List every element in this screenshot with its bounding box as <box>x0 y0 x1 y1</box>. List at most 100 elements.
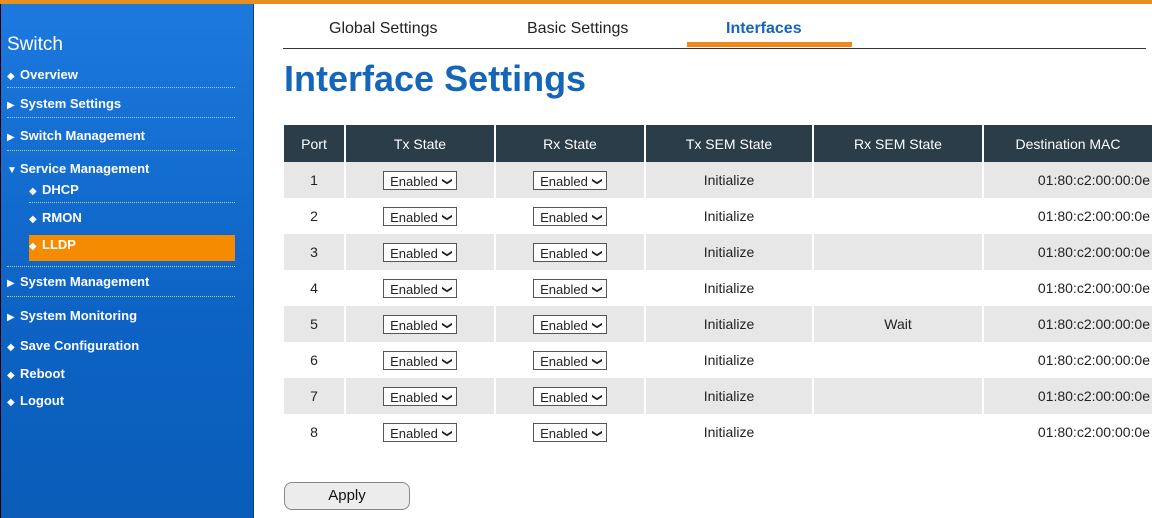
sidebar-divider <box>29 202 235 203</box>
tab-basic-settings[interactable]: Basic Settings <box>527 20 628 38</box>
select-value: Enabled <box>390 353 438 369</box>
destination-mac-cell: 01:80:c2:00:00:0e <box>984 198 1152 234</box>
sidebar-divider <box>7 296 235 297</box>
sidebar-item-switch-management[interactable]: ▶ Switch Management <box>7 128 233 143</box>
table-row: 6 Enabled ❯ Enabled ❯ Initialize 01:80:c2:00:0… <box>284 342 1152 378</box>
destination-mac-cell: 01:80:c2:00:00:0e <box>984 378 1152 414</box>
destination-mac-cell: 01:80:c2:00:00:0e <box>984 306 1152 342</box>
rx-sem-state-cell: Wait <box>814 306 984 342</box>
diamond-icon: ◆ <box>29 241 37 252</box>
chevron-down-icon: ❯ <box>592 428 604 438</box>
port-cell: 7 <box>284 378 346 414</box>
sidebar-item-label: System Monitoring <box>20 308 138 323</box>
rx-sem-state-cell <box>814 378 984 414</box>
tx-state-cell: Enabled ❯ <box>346 198 496 234</box>
rx-sem-state-cell <box>814 342 984 378</box>
table-row: 2 Enabled ❯ Enabled ❯ Initialize 01:80:c2:00:0… <box>284 198 1152 234</box>
rx-sem-state-cell <box>814 234 984 270</box>
sidebar-item-rmon[interactable]: ◆ RMON <box>29 210 255 225</box>
rx-sem-state-cell <box>814 162 984 198</box>
diamond-icon: ◆ <box>7 397 15 408</box>
port-cell: 2 <box>284 198 346 234</box>
tab-global-settings[interactable]: Global Settings <box>329 20 438 38</box>
tx-state-cell: Enabled ❯ <box>346 414 496 450</box>
sidebar-item-system-settings[interactable]: ▶ System Settings <box>7 96 233 111</box>
chevron-down-icon: ❯ <box>442 428 454 438</box>
port-cell: 6 <box>284 342 346 378</box>
rx-state-cell: Enabled ❯ <box>496 270 646 306</box>
sidebar-item-system-monitoring[interactable]: ▶ System Monitoring <box>7 308 233 323</box>
sidebar-item-label: Logout <box>20 393 65 408</box>
tab-interfaces[interactable]: Interfaces <box>726 20 802 38</box>
sidebar-item-dhcp[interactable]: ◆ DHCP <box>29 182 255 197</box>
tx-state-select[interactable]: Enabled ❯ <box>383 206 457 226</box>
table-row: 3 Enabled ❯ Enabled ❯ Initialize 01:80:c2:00:0… <box>284 234 1152 270</box>
tx-state-select[interactable]: Enabled ❯ <box>383 170 457 190</box>
rx-sem-state-cell <box>814 198 984 234</box>
sidebar-item-service-management[interactable]: ▼ Service Management <box>7 161 233 176</box>
chevron-down-icon: ❯ <box>442 176 454 186</box>
triangle-right-icon: ▶ <box>7 100 15 111</box>
rx-state-cell: Enabled ❯ <box>496 414 646 450</box>
tx-state-select[interactable]: Enabled ❯ <box>383 386 457 406</box>
rx-state-cell: Enabled ❯ <box>496 306 646 342</box>
tx-state-select[interactable]: Enabled ❯ <box>383 278 457 298</box>
rx-state-select[interactable]: Enabled ❯ <box>533 314 607 334</box>
sidebar-item-reboot[interactable]: ◆ Reboot <box>7 366 233 381</box>
select-value: Enabled <box>390 209 438 225</box>
rx-state-select[interactable]: Enabled ❯ <box>533 422 607 442</box>
rx-state-select[interactable]: Enabled ❯ <box>533 170 607 190</box>
tx-state-select[interactable]: Enabled ❯ <box>383 422 457 442</box>
rx-state-select[interactable]: Enabled ❯ <box>533 242 607 262</box>
sidebar-divider <box>7 150 235 151</box>
diamond-icon: ◆ <box>7 370 15 381</box>
rx-state-cell: Enabled ❯ <box>496 342 646 378</box>
rx-state-select[interactable]: Enabled ❯ <box>533 350 607 370</box>
diamond-icon: ◆ <box>7 71 15 82</box>
sidebar-item-save-configuration[interactable]: ◆ Save Configuration <box>7 338 233 353</box>
column-header-destination-mac: Destination MAC <box>984 125 1152 162</box>
sidebar-item-system-management[interactable]: ▶ System Management <box>7 274 233 289</box>
tx-state-select[interactable]: Enabled ❯ <box>383 242 457 262</box>
chevron-down-icon: ❯ <box>442 284 454 294</box>
tx-state-cell: Enabled ❯ <box>346 234 496 270</box>
select-value: Enabled <box>540 245 588 261</box>
select-value: Enabled <box>390 425 438 441</box>
select-value: Enabled <box>540 209 588 225</box>
port-cell: 3 <box>284 234 346 270</box>
column-header-tx-state: Tx State <box>346 125 496 162</box>
select-value: Enabled <box>540 317 588 333</box>
sidebar-item-overview[interactable]: ◆ Overview <box>7 67 233 82</box>
chevron-down-icon: ❯ <box>592 356 604 366</box>
destination-mac-cell: 01:80:c2:00:00:0e <box>984 342 1152 378</box>
rx-state-cell: Enabled ❯ <box>496 198 646 234</box>
sidebar-item-logout[interactable]: ◆ Logout <box>7 393 233 408</box>
table-row: 4 Enabled ❯ Enabled ❯ Initialize 01:80:c2:00:0… <box>284 270 1152 306</box>
destination-mac-cell: 01:80:c2:00:00:0e <box>984 234 1152 270</box>
apply-button[interactable]: Apply <box>284 482 410 510</box>
rx-state-select[interactable]: Enabled ❯ <box>533 206 607 226</box>
table-row: 1 Enabled ❯ Enabled ❯ Initialize 01:80:c2:00:0… <box>284 162 1152 198</box>
sidebar-item-label: System Settings <box>20 96 122 111</box>
chevron-down-icon: ❯ <box>592 212 604 222</box>
tx-state-cell: Enabled ❯ <box>346 306 496 342</box>
tx-sem-state-cell: Initialize <box>646 270 814 306</box>
tx-state-cell: Enabled ❯ <box>346 270 496 306</box>
rx-state-select[interactable]: Enabled ❯ <box>533 278 607 298</box>
tx-sem-state-cell: Initialize <box>646 234 814 270</box>
tx-state-select[interactable]: Enabled ❯ <box>383 350 457 370</box>
table-row: 7 Enabled ❯ Enabled ❯ Initialize 01:80:c2:00:0… <box>284 378 1152 414</box>
chevron-down-icon: ❯ <box>442 392 454 402</box>
chevron-down-icon: ❯ <box>442 320 454 330</box>
destination-mac-cell: 01:80:c2:00:00:0e <box>984 270 1152 306</box>
sidebar-item-label: LLDP <box>42 237 76 252</box>
sidebar-item-label: RMON <box>42 210 82 225</box>
sidebar-item-lldp[interactable]: ◆ LLDP <box>29 237 255 252</box>
rx-sem-state-cell <box>814 270 984 306</box>
rx-sem-state-cell <box>814 414 984 450</box>
triangle-down-icon: ▼ <box>7 165 17 176</box>
sidebar-item-label: Service Management <box>20 161 150 176</box>
destination-mac-cell: 01:80:c2:00:00:0e <box>984 162 1152 198</box>
rx-state-select[interactable]: Enabled ❯ <box>533 386 607 406</box>
tx-state-select[interactable]: Enabled ❯ <box>383 314 457 334</box>
